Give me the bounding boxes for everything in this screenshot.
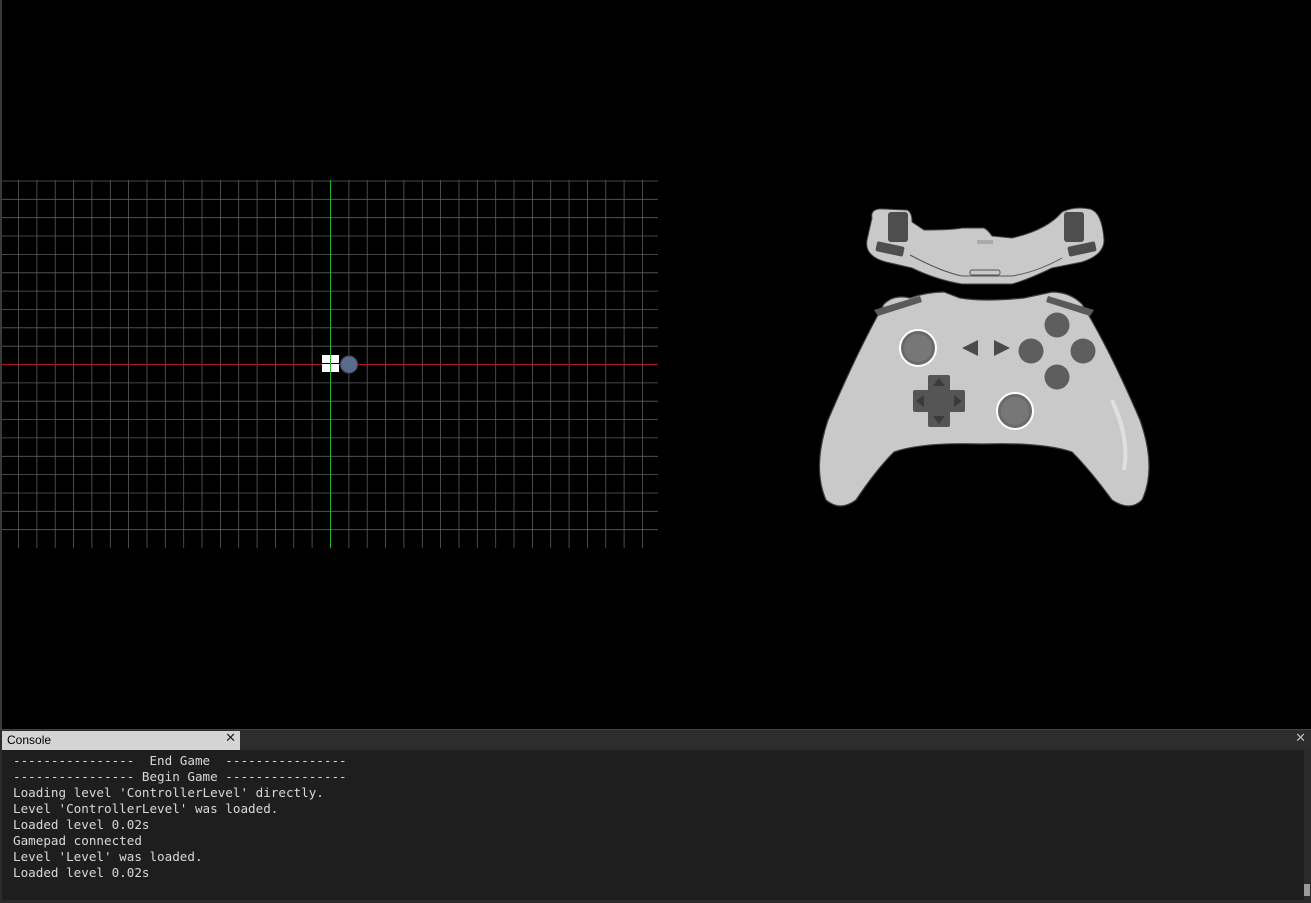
world-grid: [2, 180, 658, 548]
console-line: Level 'Level' was loaded.: [13, 849, 203, 864]
console-tab-bar: Console ✕ ✕: [0, 729, 1311, 750]
controller-body: [818, 291, 1150, 507]
console-panel: Console ✕ ✕ ---------------- End Game --…: [0, 729, 1311, 903]
x-button: [1018, 338, 1044, 364]
console-output[interactable]: ---------------- End Game --------------…: [2, 750, 1304, 900]
a-button: [1044, 364, 1070, 390]
console-line: Loaded level 0.02s: [13, 865, 150, 880]
player-dot-icon: [340, 355, 358, 374]
console-line: Loading level 'ControllerLevel' directly…: [13, 785, 324, 800]
game-viewport[interactable]: [0, 0, 1311, 729]
controller-top-view: [866, 207, 1105, 285]
scrollbar-thumb[interactable]: [1304, 884, 1310, 896]
close-icon[interactable]: ✕: [1295, 731, 1306, 746]
y-button: [1044, 312, 1070, 338]
tab-console-label: Console: [7, 733, 52, 747]
right-trigger: [1064, 212, 1084, 242]
gamepad-icon: [818, 207, 1150, 507]
console-scrollbar[interactable]: [1304, 750, 1310, 900]
console-line: ---------------- End Game --------------…: [13, 753, 347, 768]
console-line: Loaded level 0.02s: [13, 817, 150, 832]
console-line: Gamepad connected: [13, 833, 142, 848]
tab-console[interactable]: Console ✕: [2, 731, 240, 750]
console-log: ---------------- End Game --------------…: [2, 750, 1304, 881]
console-line: ---------------- Begin Game ------------…: [13, 769, 347, 784]
left-trigger: [888, 212, 908, 242]
close-icon[interactable]: ✕: [225, 731, 236, 746]
console-line: Level 'ControllerLevel' was loaded.: [13, 801, 279, 816]
b-button: [1070, 338, 1096, 364]
